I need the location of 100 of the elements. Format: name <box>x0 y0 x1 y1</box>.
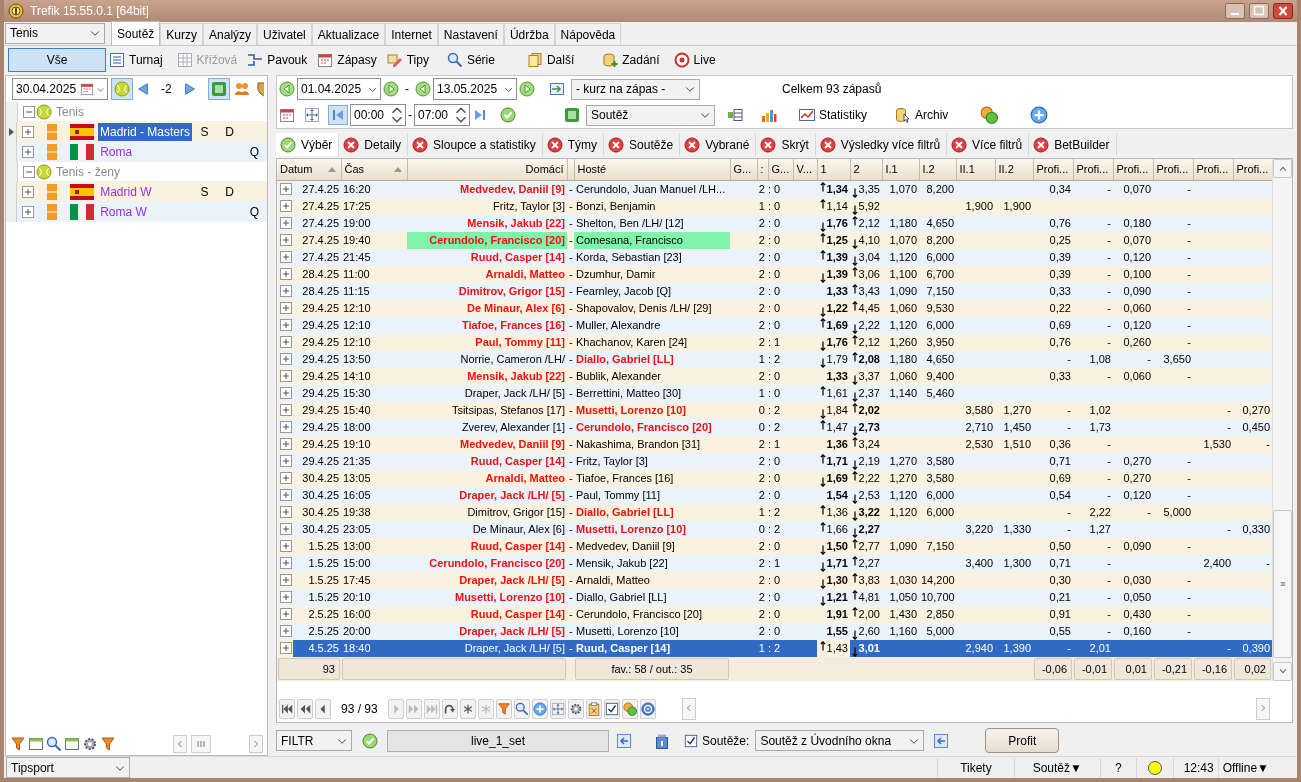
profit-button[interactable]: Profit <box>985 728 1060 753</box>
competition-dropdown[interactable]: Soutěž <box>586 104 715 126</box>
bookmaker-dropdown[interactable]: Tipsport <box>6 757 130 778</box>
all-button[interactable]: Vše <box>8 47 106 72</box>
toolbar-button[interactable]: Tipy <box>384 50 431 69</box>
tab[interactable]: Uživatel <box>257 23 312 45</box>
group-label: Tenis <box>56 103 84 121</box>
column-header[interactable]: V... <box>793 159 817 180</box>
column-header[interactable]: II.1 <box>956 159 995 180</box>
time-to-field[interactable]: 07:00 <box>414 104 470 126</box>
column-header[interactable]: Profi... <box>1193 159 1233 180</box>
tab[interactable]: Internet <box>385 23 438 45</box>
total-cell: 0,01 <box>1114 657 1152 680</box>
competition-source-dropdown[interactable]: Soutěž z Úvodního okna <box>755 730 925 751</box>
table-cell: 0,91 <box>1033 605 1073 623</box>
column-header[interactable]: Čas <box>341 159 407 180</box>
table-cell-text: 3,83 <box>858 572 880 588</box>
tree-label: Madrid - Masters <box>97 122 192 141</box>
table-cell: - <box>1153 486 1193 504</box>
filter-name-field[interactable]: live_1_set <box>387 729 609 752</box>
table-cell: 2 : 0 <box>758 318 781 331</box>
table-cell: 1,030 <box>882 571 919 589</box>
toolbar-button[interactable]: Live <box>671 50 718 69</box>
column-header[interactable]: Datum <box>277 159 341 180</box>
column-header[interactable]: Profi... <box>1113 159 1153 180</box>
toolbar-button[interactable]: Série <box>444 50 497 69</box>
table-cell: 12:10 <box>341 316 407 334</box>
table-cell: - <box>1073 333 1113 351</box>
column-header[interactable]: 2 <box>850 159 882 180</box>
tree-row[interactable]: Roma W Q <box>6 202 267 222</box>
toolbar-button[interactable]: Zápasy <box>315 50 379 69</box>
tree-row[interactable]: Madrid - Masters S D <box>6 122 267 142</box>
tab[interactable]: Údržba <box>503 23 555 45</box>
tree-row[interactable]: Roma Q <box>6 142 267 162</box>
toolbar-button[interactable]: Turnaj <box>107 50 165 69</box>
table-cell: 2,400 <box>1193 554 1233 572</box>
table-cell: 3,580 <box>956 401 995 419</box>
column-header[interactable]: II.2 <box>995 159 1033 180</box>
tree-code: D <box>224 183 235 201</box>
column-header[interactable]: Domácí <box>407 159 567 180</box>
table-cell: - <box>1153 231 1193 249</box>
toolbar-button[interactable]: Pavouk <box>245 50 310 69</box>
tab[interactable]: Aktualizace <box>311 23 386 45</box>
table-cell: - <box>1073 299 1113 317</box>
table-cell: 0 : 2 <box>758 522 781 535</box>
table-cell: 1,120 <box>882 248 919 266</box>
table-cell: 0,450 <box>1233 418 1272 436</box>
table-cell: 2 : 0 <box>758 471 781 484</box>
table-cell: 1,73 <box>1073 418 1113 436</box>
date-field[interactable]: 30.04.2025 <box>12 78 108 100</box>
tree-label: Roma W <box>99 203 148 221</box>
date-to-dropdown[interactable]: 13.05.2025 <box>433 78 517 100</box>
archive-button[interactable]: Archiv <box>893 106 951 124</box>
status-competition[interactable]: Soutěž▼ <box>1013 757 1100 778</box>
table-cell-text: 3,04 <box>858 249 880 265</box>
column-header[interactable]: G... <box>730 159 757 180</box>
table-cell: - <box>1153 469 1193 487</box>
column-header[interactable]: Hosté <box>574 159 730 180</box>
table-cell: Tiafoe, Frances [16] <box>574 469 730 487</box>
filter-tab[interactable]: Výběr <box>276 133 340 156</box>
column-header[interactable]: Profi... <box>1073 159 1113 180</box>
status-tickets[interactable]: Tikety <box>937 757 1014 778</box>
filter-dropdown[interactable]: FILTR <box>276 730 352 751</box>
tree-row[interactable]: Madrid W S D <box>6 182 267 202</box>
table-cell: 1,060 <box>882 367 919 385</box>
tab[interactable]: Kurzy <box>160 23 204 45</box>
column-header[interactable]: Profi... <box>1233 159 1272 180</box>
statistics-button[interactable]: Statistiky <box>797 106 869 124</box>
table-cell: 0,71 <box>1033 452 1073 470</box>
tab[interactable]: Analýzy <box>203 23 258 45</box>
toolbar-button[interactable]: Zadání <box>600 50 662 69</box>
tab[interactable]: Nápověda <box>554 23 622 45</box>
odds-mode-dropdown[interactable]: - kurz na zápas - <box>571 78 700 100</box>
tab[interactable]: Nastavení <box>437 23 504 45</box>
column-header[interactable]: Profi... <box>1033 159 1073 180</box>
table-cell: 1 : 2 <box>758 641 781 654</box>
tab[interactable]: Soutěž <box>111 21 161 45</box>
time-from-field[interactable]: 00:00 <box>350 104 406 126</box>
column-header[interactable]: G... <box>768 159 793 180</box>
competitions-label: Soutěže: <box>702 732 750 750</box>
column-header[interactable]: 1 <box>817 159 850 180</box>
table-cell: 0,100 <box>1113 265 1153 283</box>
status-mode[interactable]: Offline▼ <box>1217 757 1273 778</box>
table-cell: 0,160 <box>1113 622 1153 640</box>
sport-dropdown[interactable]: Tenis <box>5 22 105 44</box>
toolbar-button[interactable]: Další <box>524 50 577 69</box>
column-header[interactable]: I.2 <box>919 159 956 180</box>
column-header[interactable]: Profi... <box>1153 159 1193 180</box>
column-header[interactable]: I.1 <box>882 159 919 180</box>
table-cell: 29.4.25 <box>293 333 341 351</box>
table-cell: Ruud, Casper [14] <box>407 248 567 266</box>
table-cell-text: 5,92 <box>858 198 880 214</box>
table-cell: - <box>1073 282 1113 300</box>
column-header[interactable]: : <box>757 159 768 180</box>
status-help[interactable]: ? <box>1099 757 1136 778</box>
table-cell: 2 : 1 <box>758 556 781 569</box>
table-cell: 1,270 <box>882 452 919 470</box>
table-cell: - <box>1153 282 1193 300</box>
tree-code: Q <box>248 203 261 221</box>
date-from-dropdown[interactable]: 01.04.2025 <box>297 78 381 100</box>
